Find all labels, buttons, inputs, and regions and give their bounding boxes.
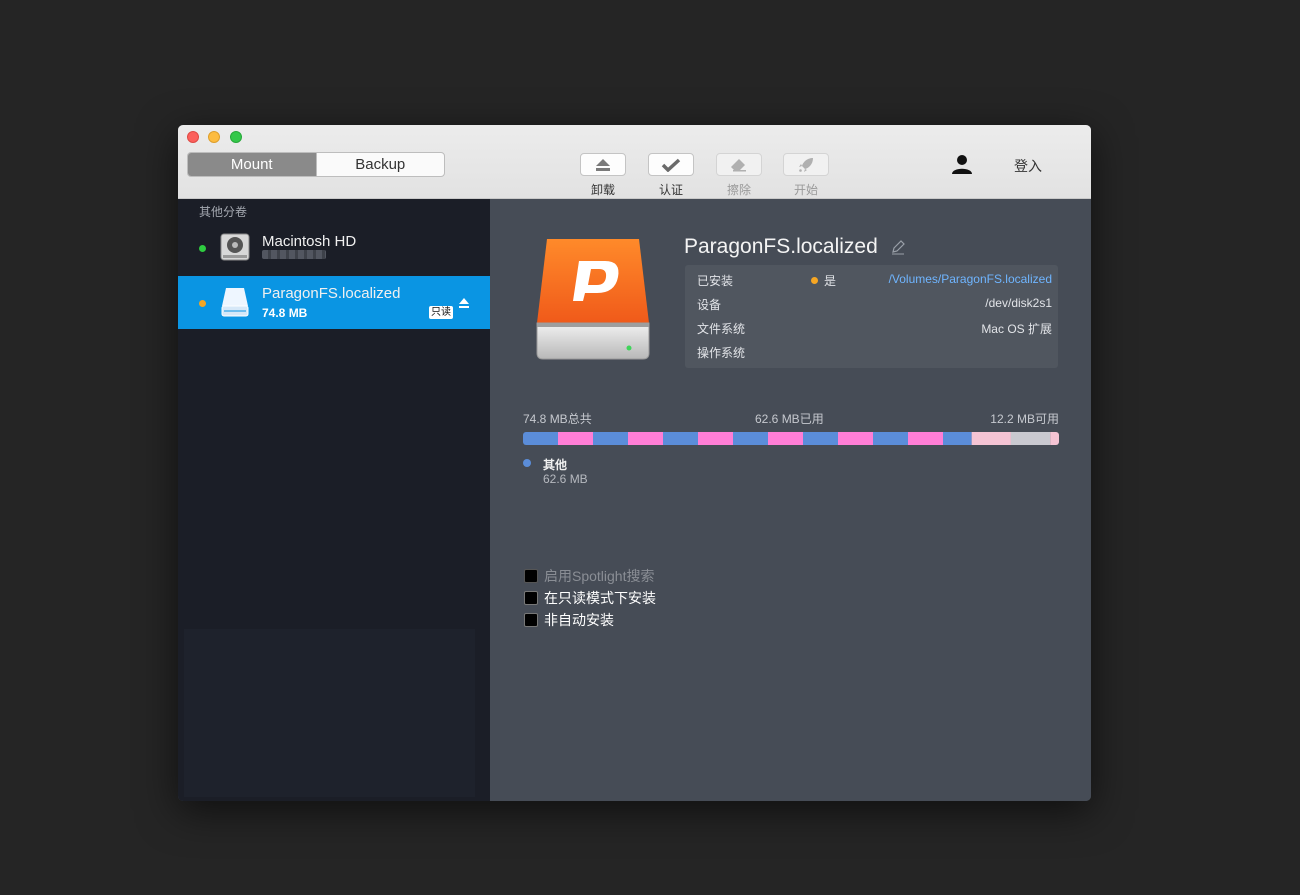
rocket-icon <box>799 157 813 172</box>
legend-color-dot <box>523 459 531 467</box>
volume-detail-panel: ParagonFS.localized 已安装 是 /Volumes/Parag… <box>490 199 1091 801</box>
free-segment <box>971 432 1011 445</box>
info-row-os: 操作系统 <box>697 341 1052 361</box>
start-button[interactable]: 开始 <box>783 153 829 198</box>
mounted-value: 是 <box>824 274 837 288</box>
checkbox-box[interactable] <box>524 591 538 605</box>
free-segment <box>1010 432 1051 445</box>
tab-backup[interactable]: Backup <box>315 153 445 176</box>
redacted-size <box>262 250 326 259</box>
capacity-used: 62.6 MB已用 <box>755 412 824 426</box>
hard-drive-icon <box>220 233 250 261</box>
mounted-key: 已安装 <box>697 274 734 288</box>
volume-info-box: 已安装 是 /Volumes/ParagonFS.localized 设备 /d… <box>685 265 1058 368</box>
volume-name: Macintosh HD <box>262 233 357 250</box>
status-dot <box>199 300 206 307</box>
used-segment <box>803 432 838 445</box>
sidebar-section-title: 其他分卷 <box>199 205 248 219</box>
eraser-icon <box>731 158 746 171</box>
info-row-mounted: 已安装 是 /Volumes/ParagonFS.localized <box>697 269 1052 289</box>
eject-icon <box>596 158 610 171</box>
os-key: 操作系统 <box>697 346 746 360</box>
used-segment <box>838 432 873 445</box>
paragon-drive-icon <box>536 239 650 360</box>
filesystem-value: Mac OS 扩展 <box>981 322 1052 336</box>
unmount-button[interactable]: 卸载 <box>580 153 626 198</box>
no-automount-label: 非自动安装 <box>544 612 614 628</box>
used-segment <box>733 432 768 445</box>
edit-pencil-icon[interactable] <box>890 239 906 255</box>
capacity-free: 12.2 MB可用 <box>990 412 1059 426</box>
spotlight-checkbox[interactable]: 启用Spotlight搜索 <box>524 568 654 584</box>
sidebar-footer-area <box>184 629 475 797</box>
used-segment <box>523 432 558 445</box>
mounted-status-dot <box>811 277 818 284</box>
capacity-bar <box>523 432 1059 445</box>
verify-label: 认证 <box>658 183 683 197</box>
checkmark-icon <box>661 158 681 172</box>
eject-icon[interactable] <box>459 298 469 308</box>
read-only-mount-checkbox[interactable]: 在只读模式下安装 <box>524 590 656 606</box>
sidebar-item-macintosh-hd[interactable]: Macintosh HD <box>178 221 490 274</box>
checkbox-box[interactable] <box>524 569 538 583</box>
start-label: 开始 <box>793 183 818 197</box>
erase-label: 擦除 <box>726 183 751 197</box>
external-drive-icon <box>221 288 249 317</box>
start-button-face[interactable] <box>783 153 829 176</box>
info-row-filesystem: 文件系统 Mac OS 扩展 <box>697 317 1052 337</box>
sidebar: 其他分卷 Macintosh HD ParagonFS.localized 74… <box>178 199 490 801</box>
legend-size: 62.6 MB <box>543 472 588 486</box>
read-only-mount-label: 在只读模式下安装 <box>544 590 656 606</box>
mount-path-link[interactable]: /Volumes/ParagonFS.localized <box>889 272 1052 286</box>
device-value: /dev/disk2s1 <box>985 296 1052 310</box>
toolbar: Mount Backup 卸载 认证 擦除 开始 登入 <box>178 125 1091 199</box>
minimize-button[interactable] <box>208 131 220 143</box>
sidebar-item-paragonfs[interactable]: ParagonFS.localized 74.8 MB 只读 <box>178 276 490 329</box>
info-row-device: 设备 /dev/disk2s1 <box>697 293 1052 313</box>
unmount-button-face[interactable] <box>580 153 626 176</box>
capacity-labels: 74.8 MB总共 62.6 MB已用 12.2 MB可用 <box>523 410 1059 426</box>
login-button[interactable]: 登入 <box>1014 156 1042 176</box>
used-segment <box>873 432 908 445</box>
close-button[interactable] <box>187 131 199 143</box>
capacity-total: 74.8 MB总共 <box>523 412 592 426</box>
read-only-badge: 只读 <box>429 306 453 319</box>
free-segment <box>1050 432 1059 445</box>
used-segment <box>663 432 698 445</box>
spotlight-label: 启用Spotlight搜索 <box>544 568 655 584</box>
used-segment <box>628 432 663 445</box>
zoom-button[interactable] <box>230 131 242 143</box>
checkbox-box[interactable] <box>524 613 538 627</box>
used-segment <box>768 432 803 445</box>
used-segment <box>908 432 943 445</box>
verify-button[interactable]: 认证 <box>648 153 694 198</box>
volume-size: 74.8 MB <box>262 306 308 320</box>
verify-button-face[interactable] <box>648 153 694 176</box>
tab-mount[interactable]: Mount <box>188 153 316 176</box>
no-automount-checkbox[interactable]: 非自动安装 <box>524 612 614 628</box>
status-dot <box>199 245 206 252</box>
used-segment <box>698 432 733 445</box>
user-icon[interactable] <box>951 153 973 175</box>
erase-button[interactable]: 擦除 <box>716 153 762 198</box>
device-key: 设备 <box>697 298 722 312</box>
used-segment <box>593 432 628 445</box>
filesystem-key: 文件系统 <box>697 322 746 336</box>
unmount-label: 卸载 <box>590 183 615 197</box>
app-window: Mount Backup 卸载 认证 擦除 开始 登入 其他分卷 Macinto… <box>178 125 1091 801</box>
used-segment <box>558 432 593 445</box>
volume-name: ParagonFS.localized <box>262 285 401 302</box>
used-segment <box>943 432 972 445</box>
legend-name: 其他 <box>543 458 568 472</box>
mode-segmented-control: Mount Backup <box>187 152 445 177</box>
volume-title: ParagonFS.localized <box>684 235 878 258</box>
erase-button-face[interactable] <box>716 153 762 176</box>
